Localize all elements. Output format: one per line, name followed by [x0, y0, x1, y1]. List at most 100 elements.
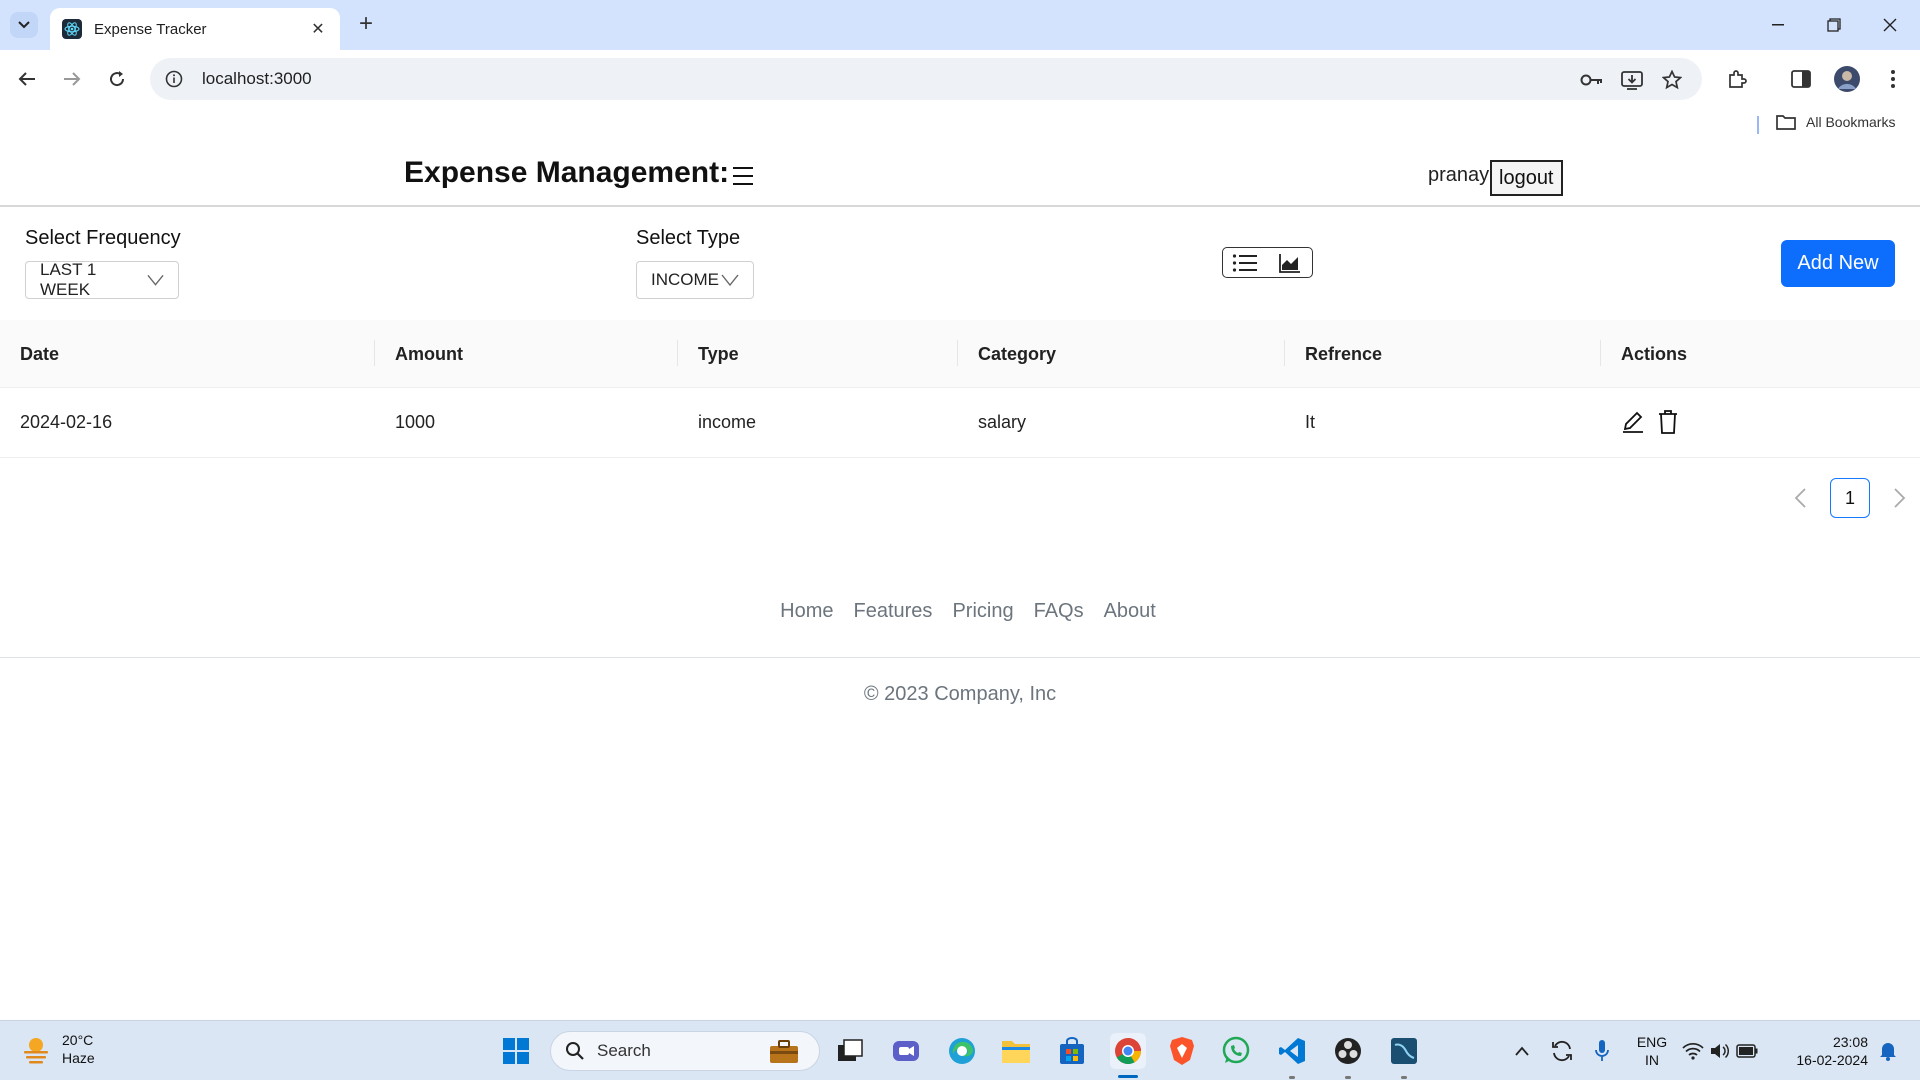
bookmark-star-icon[interactable]	[1660, 68, 1684, 92]
weather-widget[interactable]: 20°C Haze	[20, 1031, 95, 1067]
language-code: ENG	[1636, 1034, 1668, 1050]
footer-link-home[interactable]: Home	[780, 600, 833, 623]
url-text: localhost:3000	[202, 69, 312, 88]
footer-link-faqs[interactable]: FAQs	[1034, 600, 1084, 623]
mysql-workbench-icon[interactable]	[1386, 1033, 1422, 1069]
chrome-icon[interactable]	[1110, 1033, 1146, 1069]
key-icon[interactable]	[1580, 68, 1604, 92]
next-page-icon[interactable]	[1888, 484, 1912, 512]
type-select[interactable]: INCOME	[636, 261, 754, 299]
copyright: © 2023 Company, Inc	[863, 683, 1057, 705]
whatsapp-icon[interactable]	[1218, 1033, 1254, 1069]
forward-button[interactable]	[57, 64, 87, 94]
file-explorer-icon[interactable]	[998, 1033, 1034, 1069]
task-view-icon[interactable]	[832, 1033, 868, 1069]
delete-icon[interactable]	[1655, 408, 1681, 436]
analytics-view-button[interactable]	[1268, 248, 1313, 277]
browser-tab[interactable]: Expense Tracker ✕	[50, 8, 340, 50]
battery-icon	[1736, 1044, 1758, 1058]
all-bookmarks-button[interactable]: All Bookmarks	[1776, 114, 1895, 130]
haze-weather-icon	[24, 1038, 48, 1064]
teams-meet-icon[interactable]	[888, 1033, 924, 1069]
column-header-reference: Refrence	[1305, 344, 1383, 364]
volume-icon	[1711, 1043, 1730, 1059]
profile-avatar[interactable]	[1832, 64, 1862, 94]
add-new-button[interactable]: Add New	[1781, 240, 1895, 287]
list-view-button[interactable]	[1223, 248, 1268, 277]
cell-amount: 1000	[395, 412, 436, 432]
restore-icon	[1827, 18, 1841, 32]
clock[interactable]: 23:08 16-02-2024	[1778, 1033, 1868, 1069]
folder-icon	[1776, 115, 1796, 130]
column-header-type: Type	[698, 344, 739, 364]
search-label: Search	[597, 1041, 651, 1060]
bookmarks-bar: All Bookmarks	[0, 108, 1920, 142]
footer-link-features[interactable]: Features	[854, 600, 933, 623]
minimize-button[interactable]	[1750, 0, 1806, 50]
column-header-date: Date	[20, 344, 60, 364]
extensions-icon[interactable]	[1722, 64, 1752, 94]
install-app-icon[interactable]	[1620, 68, 1644, 92]
browser-toolbar: localhost:3000	[0, 50, 1920, 108]
column-divider	[1284, 340, 1285, 366]
username: pranay	[1428, 164, 1490, 186]
close-tab-icon[interactable]: ✕	[308, 19, 328, 39]
notification-bell-icon[interactable]	[1870, 1033, 1906, 1069]
column-divider	[1600, 340, 1601, 366]
network-sound-battery-group[interactable]	[1680, 1033, 1760, 1069]
column-header-actions: Actions	[1621, 344, 1688, 364]
transactions-table: Date Amount Type Category Refrence Actio…	[0, 320, 1920, 458]
column-divider	[677, 340, 678, 366]
frequency-value: LAST 1 WEEK	[40, 260, 97, 299]
new-tab-button[interactable]: +	[352, 10, 380, 38]
page-number[interactable]: 1	[1830, 478, 1870, 518]
footer-link-about[interactable]: About	[1104, 600, 1156, 623]
address-bar[interactable]: localhost:3000	[150, 58, 1702, 100]
microphone-icon[interactable]	[1584, 1033, 1620, 1069]
frequency-select[interactable]: LAST 1 WEEK	[25, 260, 179, 299]
restore-button[interactable]	[1806, 0, 1862, 50]
clock-date: 16-02-2024	[1796, 1052, 1868, 1068]
region-code: IN	[1645, 1052, 1659, 1068]
more-menu-icon[interactable]	[1878, 64, 1908, 94]
running-app-indicator	[1401, 1076, 1407, 1079]
back-button[interactable]	[12, 64, 42, 94]
tab-search-button[interactable]	[10, 12, 38, 38]
windows-start-icon[interactable]	[498, 1033, 534, 1069]
list-icon	[1233, 253, 1258, 272]
footer-link-pricing[interactable]: Pricing	[952, 600, 1013, 623]
edit-icon[interactable]	[1620, 408, 1646, 436]
close-window-button[interactable]	[1862, 0, 1918, 50]
wifi-icon	[1682, 1042, 1704, 1060]
previous-page-icon[interactable]	[1788, 484, 1812, 512]
site-info-icon[interactable]	[164, 69, 184, 89]
clock-time: 23:08	[1832, 1034, 1868, 1050]
brand: Expense Management:	[404, 156, 754, 190]
table-row: 2024-02-16 1000 income salary It	[0, 388, 1920, 458]
logout-button[interactable]: logout	[1490, 160, 1563, 196]
vscode-icon[interactable]	[1274, 1033, 1310, 1069]
chevron-down-icon	[721, 274, 739, 286]
weather-condition: Haze	[62, 1050, 95, 1066]
input-language[interactable]: ENG IN	[1628, 1033, 1676, 1069]
side-panel-icon[interactable]	[1786, 64, 1816, 94]
type-value: INCOME	[651, 270, 719, 289]
table-header: Date Amount Type Category Refrence Actio…	[0, 320, 1920, 388]
view-toggle	[1222, 247, 1313, 278]
obs-studio-icon[interactable]	[1330, 1033, 1366, 1069]
hamburger-menu-icon[interactable]	[733, 167, 754, 185]
microsoft-store-icon[interactable]	[1054, 1033, 1090, 1069]
brave-browser-icon[interactable]	[1164, 1033, 1200, 1069]
sync-icon[interactable]	[1544, 1033, 1580, 1069]
close-icon	[1883, 18, 1897, 32]
reload-button[interactable]	[102, 64, 132, 94]
react-icon	[62, 19, 82, 39]
search-icon	[566, 1042, 584, 1060]
cell-date: 2024-02-16	[20, 412, 113, 432]
area-chart-icon	[1278, 253, 1300, 273]
footer-nav: Home Features Pricing FAQs About	[0, 600, 1920, 623]
app-header: Expense Management: pranay logout	[0, 142, 1920, 207]
edge-browser-icon[interactable]	[944, 1033, 980, 1069]
show-hidden-icons-chevron-up-icon[interactable]	[1504, 1033, 1540, 1069]
taskbar-search[interactable]: Search	[550, 1031, 820, 1071]
